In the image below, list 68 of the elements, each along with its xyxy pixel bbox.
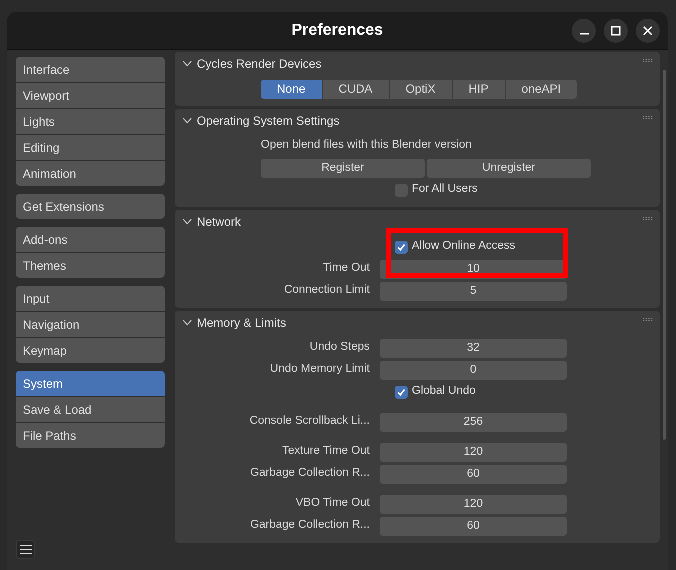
- field-label: Garbage Collection R...: [249, 518, 371, 534]
- device-tab[interactable]: oneAPI: [506, 80, 578, 98]
- action-button[interactable]: Register: [261, 158, 425, 178]
- action-button[interactable]: Unregister: [427, 158, 591, 178]
- device-tab[interactable]: OptiX: [390, 80, 452, 98]
- number-field[interactable]: 256: [380, 412, 567, 432]
- sidebar-item[interactable]: Input: [16, 286, 165, 311]
- sidebar-item[interactable]: Viewport: [16, 83, 165, 108]
- sidebar-item[interactable]: Save & Load: [16, 397, 165, 422]
- number-field[interactable]: 120: [380, 442, 567, 462]
- checkmark-icon: [397, 388, 406, 396]
- number-field[interactable]: 32: [380, 338, 567, 358]
- checkbox-label: Allow Online Access: [412, 239, 516, 254]
- checkbox[interactable]: [395, 240, 408, 254]
- number-field[interactable]: 5: [380, 282, 567, 300]
- chevron-icon[interactable]: [183, 118, 192, 124]
- drag-handle-icon[interactable]: [643, 116, 654, 120]
- field-label: Texture Time Out: [281, 444, 371, 460]
- device-tab[interactable]: HIP: [452, 80, 505, 98]
- sidebar-item[interactable]: System: [16, 371, 165, 396]
- maximize-icon: [611, 26, 621, 36]
- minimize-icon: [580, 33, 588, 35]
- sidebar-item[interactable]: Animation: [16, 161, 165, 186]
- minimize-button[interactable]: [572, 19, 596, 43]
- menu-button[interactable]: [16, 540, 35, 559]
- field-label: Console Scrollback Li...: [248, 414, 371, 430]
- window-title: Preferences: [292, 20, 384, 40]
- panel-title: Cycles Render Devices: [197, 56, 322, 73]
- chevron-icon[interactable]: [183, 61, 192, 67]
- sidebar-item[interactable]: Get Extensions: [16, 194, 165, 219]
- scrollbar[interactable]: [663, 70, 666, 440]
- drag-handle-icon[interactable]: [643, 217, 654, 221]
- device-tab[interactable]: CUDA: [322, 80, 389, 98]
- device-tab[interactable]: None: [261, 80, 322, 98]
- panel-title: Network: [197, 214, 242, 231]
- field-label: Connection Limit: [283, 283, 371, 298]
- field-label: Undo Steps: [308, 340, 371, 356]
- field-label: Time Out: [322, 261, 371, 276]
- checkbox-label: Global Undo: [412, 384, 476, 400]
- sidebar-item[interactable]: File Paths: [16, 423, 165, 448]
- close-icon: [643, 26, 653, 36]
- sidebar-item[interactable]: Interface: [16, 57, 165, 82]
- panel-title: Memory & Limits: [197, 315, 286, 332]
- field-label: VBO Time Out: [294, 496, 371, 512]
- sidebar-item[interactable]: Themes: [16, 253, 165, 278]
- sidebar-item[interactable]: Editing: [16, 135, 165, 160]
- field-label: Undo Memory Limit: [269, 362, 371, 378]
- checkbox-label: For All Users: [412, 182, 478, 198]
- description-text: Open blend files with this Blender version: [261, 138, 472, 154]
- close-button[interactable]: [636, 19, 660, 43]
- sidebar-item[interactable]: Navigation: [16, 312, 165, 337]
- checkmark-icon: [397, 242, 406, 252]
- checkbox[interactable]: [395, 386, 408, 398]
- drag-handle-icon[interactable]: [643, 59, 654, 63]
- number-field[interactable]: 120: [380, 494, 567, 514]
- drag-handle-icon[interactable]: [643, 318, 654, 322]
- menu-icon: [20, 544, 32, 554]
- chevron-icon[interactable]: [183, 320, 192, 326]
- panel-title: Operating System Settings: [197, 113, 340, 130]
- sidebar-item[interactable]: Add-ons: [16, 227, 165, 252]
- sidebar-item[interactable]: Lights: [16, 109, 165, 134]
- field-label: Garbage Collection R...: [249, 466, 371, 482]
- maximize-button[interactable]: [604, 19, 628, 43]
- number-field[interactable]: 60: [380, 464, 567, 484]
- number-field[interactable]: 60: [380, 516, 567, 536]
- number-field[interactable]: 0: [380, 360, 567, 380]
- sidebar-item[interactable]: Keymap: [16, 338, 165, 363]
- chevron-icon[interactable]: [183, 219, 192, 225]
